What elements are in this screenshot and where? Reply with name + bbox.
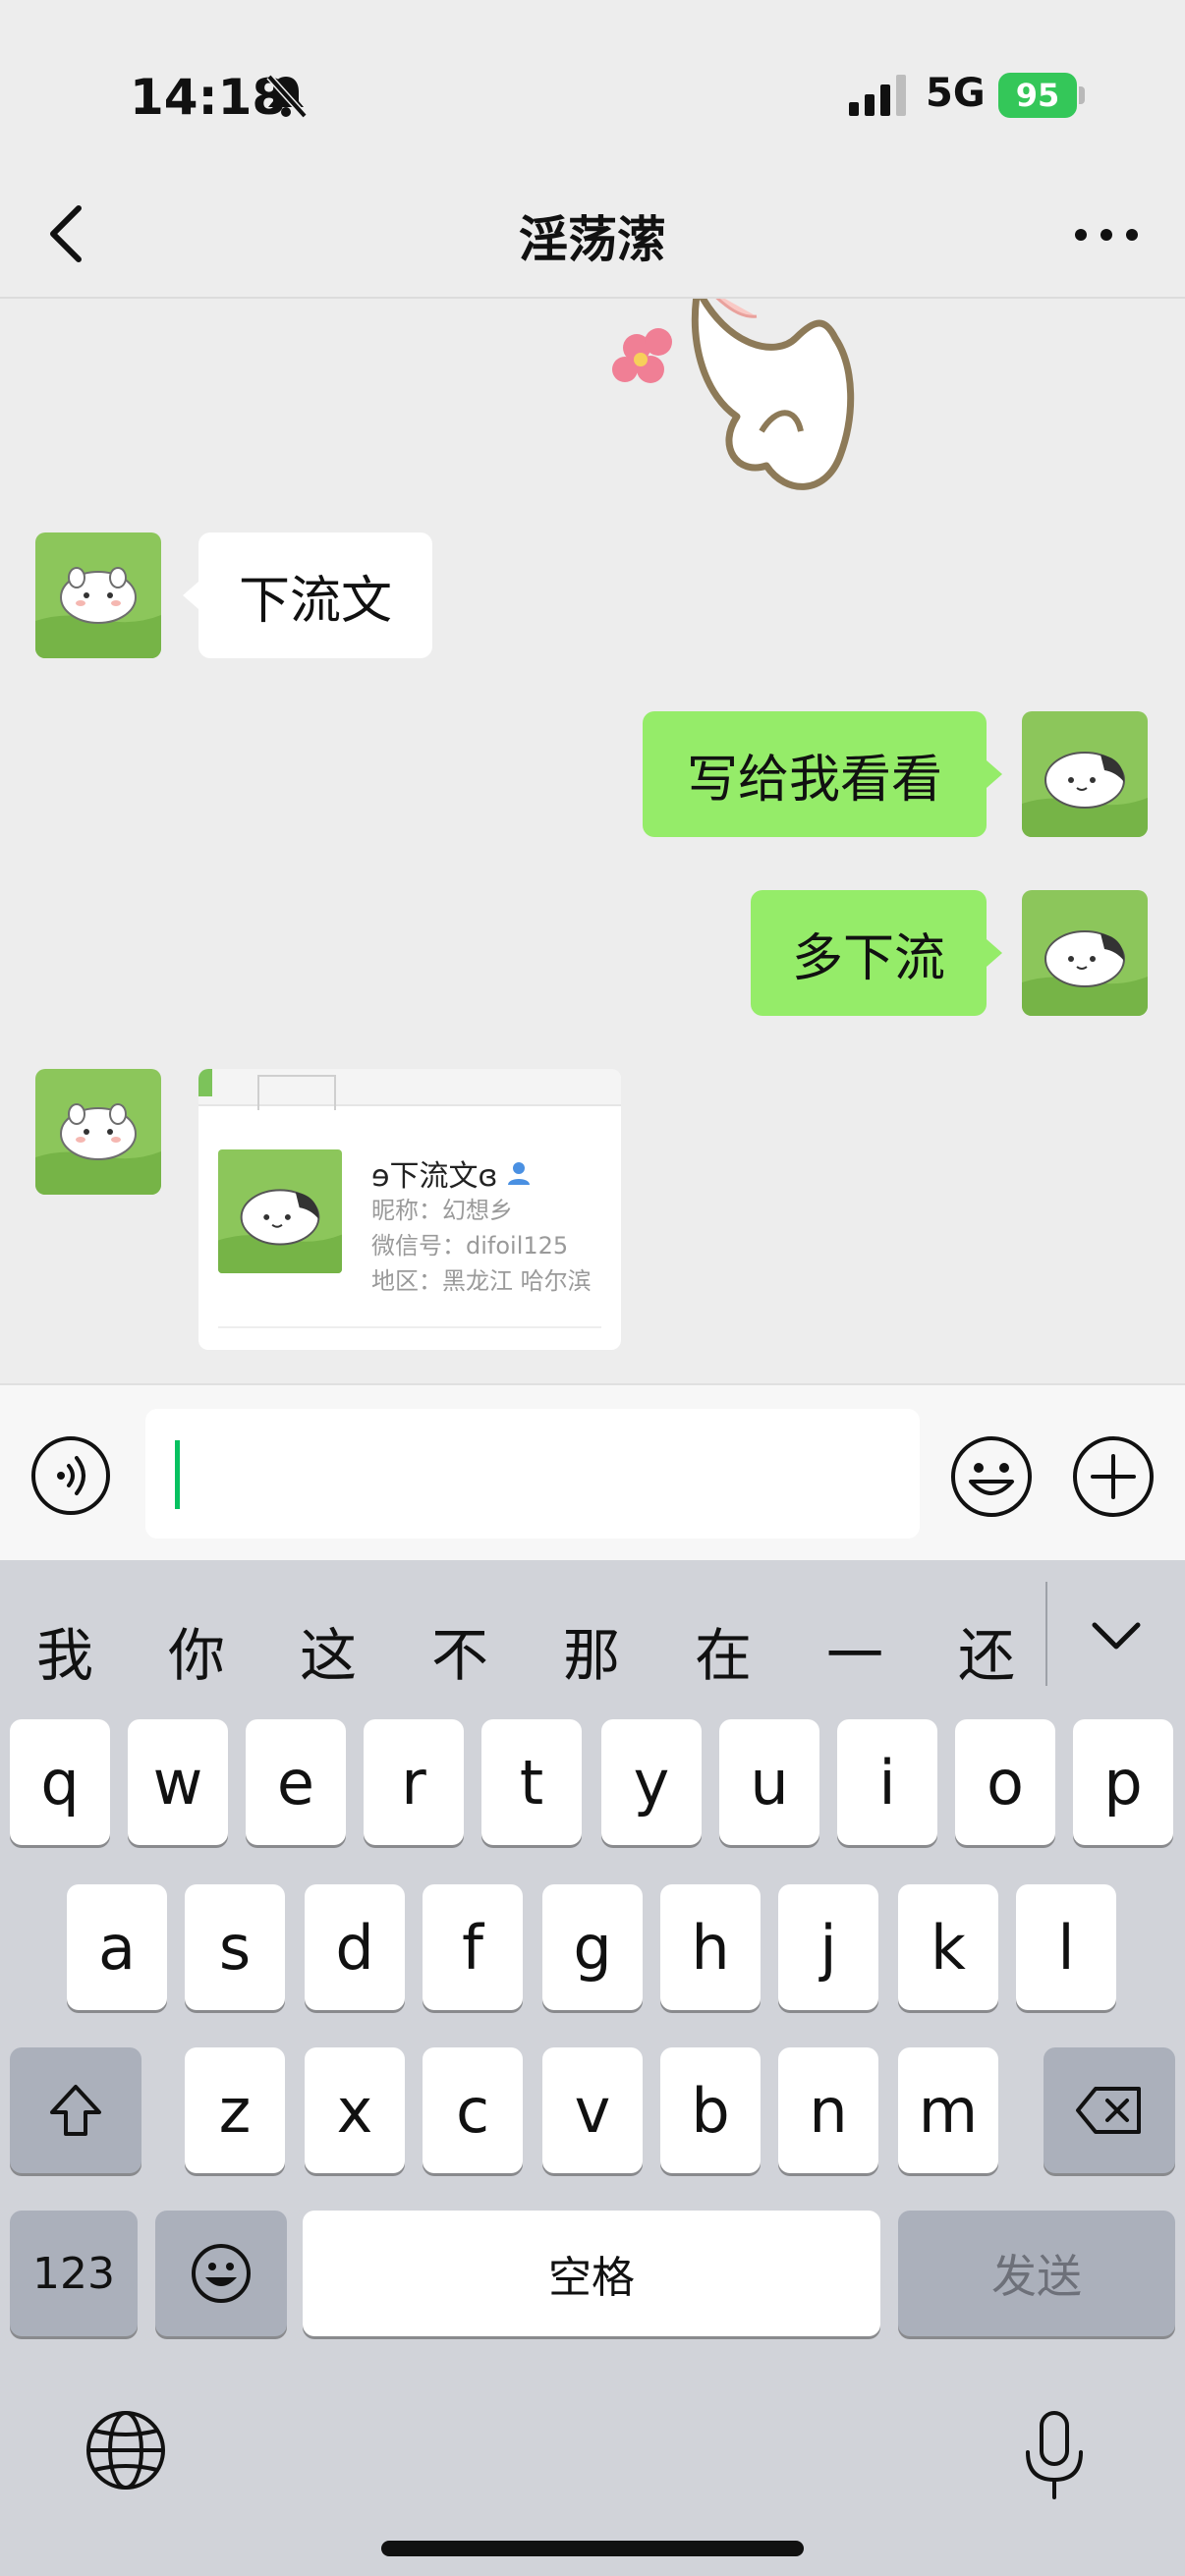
signal-icon [849, 75, 906, 116]
chat-title: 淫荡潆 [519, 211, 666, 268]
key-u[interactable]: u [719, 1719, 819, 1845]
chevron-down-icon[interactable] [1085, 1607, 1148, 1666]
key-j[interactable]: j [778, 1884, 878, 2010]
candidate-word[interactable]: 还 [947, 1609, 1026, 1692]
contact-avatar[interactable] [35, 1069, 161, 1195]
bell-muted-icon [266, 74, 308, 119]
candidate-word[interactable]: 那 [552, 1609, 631, 1692]
key-v[interactable]: v [542, 2047, 643, 2173]
bubble-tail [987, 939, 1002, 967]
shift-icon [50, 2085, 101, 2136]
message-bubble[interactable]: 写给我看看 [643, 711, 987, 837]
card-wechat-id: 微信号：difoil125 [371, 1232, 569, 1260]
key-g[interactable]: g [542, 1884, 643, 2010]
battery-level: 95 [1015, 77, 1060, 114]
voice-input-icon[interactable] [29, 1434, 112, 1517]
input-bar [0, 1383, 1185, 1560]
card-name-row: ɘ下流文ɞ [371, 1151, 533, 1195]
candidate-divider [1045, 1582, 1047, 1686]
card-header-strip [198, 1069, 621, 1110]
contact-card-image[interactable]: ɘ下流文ɞ 昵称：幻想乡 微信号：difoil125 地区：黑龙江 哈尔滨 [198, 1069, 621, 1350]
key-k[interactable]: k [898, 1884, 998, 2010]
key-e[interactable]: e [246, 1719, 346, 1845]
emoji-icon[interactable] [949, 1434, 1034, 1519]
home-indicator [381, 2541, 804, 2556]
key-q[interactable]: q [10, 1719, 110, 1845]
message-bubble[interactable]: 下流文 [198, 532, 432, 658]
key-r[interactable]: r [364, 1719, 464, 1845]
wechat-chat-screen: 14:18 5G 95 淫荡潆 下流文 写给我看看 多下流 ɘ下流文ɞ 昵称：幻… [0, 0, 1185, 2576]
key-n[interactable]: n [778, 2047, 878, 2173]
space-key[interactable]: 空格 [303, 2211, 880, 2336]
contact-avatar[interactable] [35, 532, 161, 658]
candidate-word[interactable]: 我 [26, 1609, 104, 1692]
backspace-key[interactable] [1044, 2047, 1175, 2173]
more-options-icon[interactable] [1067, 210, 1146, 259]
my-avatar[interactable] [1022, 711, 1148, 837]
key-c[interactable]: c [423, 2047, 523, 2173]
candidate-word[interactable]: 在 [684, 1609, 762, 1692]
chat-header: 淫荡潆 [0, 167, 1185, 299]
backspace-icon [1076, 2087, 1141, 2134]
candidate-word[interactable]: 你 [157, 1609, 236, 1692]
globe-icon[interactable] [85, 2409, 167, 2492]
key-t[interactable]: t [481, 1719, 582, 1845]
key-s[interactable]: s [185, 1884, 285, 2010]
key-y[interactable]: y [601, 1719, 702, 1845]
candidate-bar: 我 你 这 不 那 在 一 还 [0, 1560, 1185, 1708]
key-x[interactable]: x [305, 2047, 405, 2173]
status-bar: 14:18 5G 95 [0, 0, 1185, 167]
key-i[interactable]: i [837, 1719, 937, 1845]
card-nickname: 昵称：幻想乡 [371, 1197, 513, 1224]
key-d[interactable]: d [305, 1884, 405, 2010]
key-o[interactable]: o [955, 1719, 1055, 1845]
key-f[interactable]: f [423, 1884, 523, 2010]
person-icon [508, 1162, 531, 1185]
message-input[interactable] [145, 1409, 920, 1539]
bubble-tail [987, 760, 1002, 788]
candidate-word[interactable]: 一 [816, 1609, 894, 1692]
card-region: 地区：黑龙江 哈尔滨 [371, 1267, 592, 1295]
key-z[interactable]: z [185, 2047, 285, 2173]
key-h[interactable]: h [660, 1884, 761, 2010]
candidate-word[interactable]: 不 [421, 1609, 499, 1692]
candidate-word[interactable]: 这 [289, 1609, 367, 1692]
card-name: ɘ下流文ɞ [371, 1159, 498, 1194]
message-bubble[interactable]: 多下流 [751, 890, 987, 1016]
send-key[interactable]: 发送 [898, 2211, 1175, 2336]
emoji-key[interactable] [155, 2211, 287, 2336]
keyboard: 我 你 这 不 那 在 一 还 q w e r t y u i o p a s … [0, 1560, 1185, 2576]
battery-indicator: 95 [998, 73, 1077, 118]
key-l[interactable]: l [1016, 1884, 1116, 2010]
add-attachment-icon[interactable] [1071, 1434, 1156, 1519]
my-avatar[interactable] [1022, 890, 1148, 1016]
message-list[interactable]: 下流文 写给我看看 多下流 ɘ下流文ɞ 昵称：幻想乡 微信号：difoil125… [0, 299, 1185, 1383]
text-caret [175, 1440, 180, 1509]
key-m[interactable]: m [898, 2047, 998, 2173]
key-a[interactable]: a [67, 1884, 167, 2010]
shift-key[interactable] [10, 2047, 141, 2173]
numbers-key[interactable]: 123 [10, 2211, 138, 2336]
rabbit-sticker[interactable] [590, 299, 943, 505]
network-type: 5G [926, 71, 986, 116]
card-avatar [218, 1149, 342, 1273]
card-divider [218, 1326, 601, 1328]
bubble-tail [183, 582, 198, 609]
smiley-icon [192, 2244, 251, 2303]
key-b[interactable]: b [660, 2047, 761, 2173]
key-w[interactable]: w [128, 1719, 228, 1845]
battery-tip [1079, 86, 1085, 104]
key-p[interactable]: p [1073, 1719, 1173, 1845]
microphone-icon[interactable] [1018, 2409, 1091, 2503]
